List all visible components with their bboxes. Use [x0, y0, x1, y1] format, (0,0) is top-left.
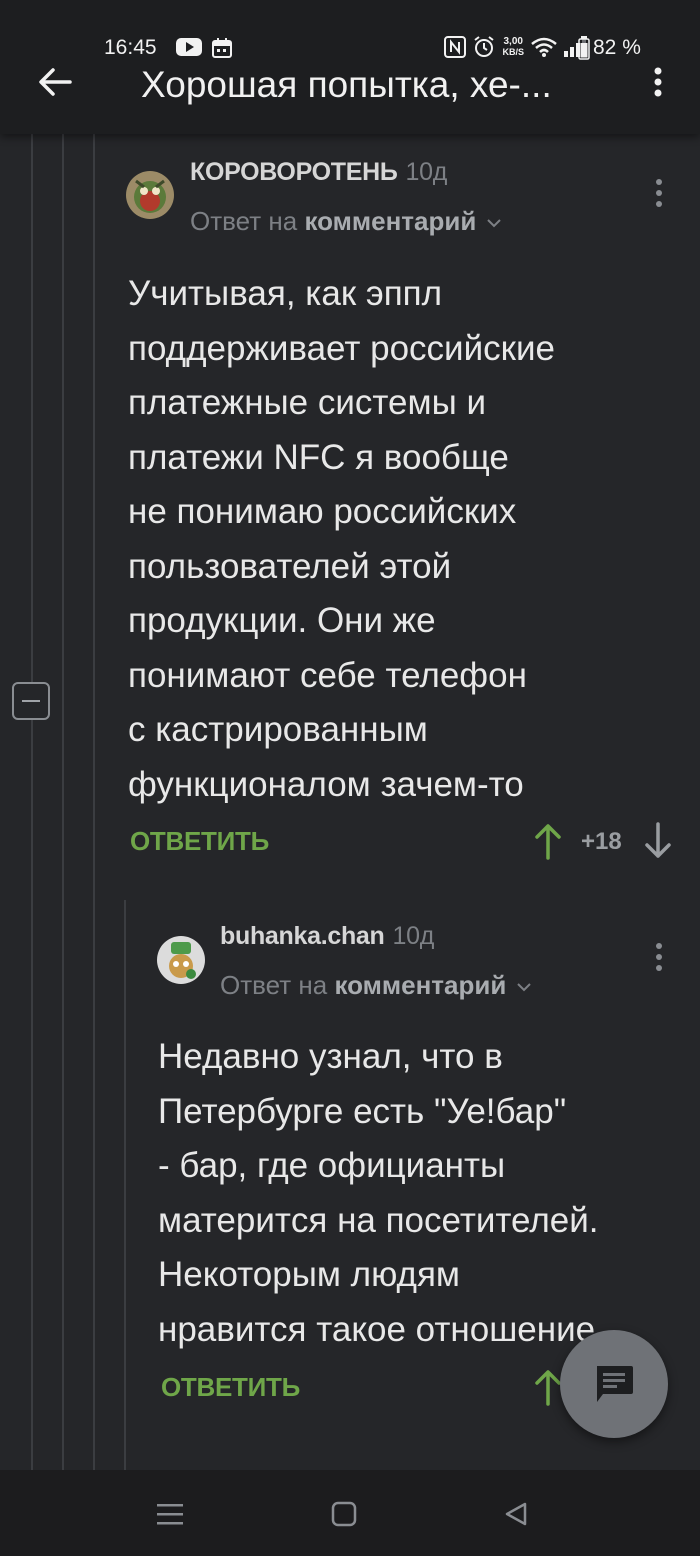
back-button[interactable] [30, 60, 80, 104]
chat-icon [597, 1366, 633, 1402]
nav-menu-button[interactable] [150, 1498, 190, 1530]
reply-button[interactable]: ОТВЕТИТЬ [161, 1372, 300, 1403]
battery-icon [578, 36, 590, 60]
write-comment-button[interactable] [560, 1330, 668, 1438]
system-nav-bar [0, 1470, 700, 1556]
speed-unit: KB/S [502, 47, 524, 57]
reply-to-link[interactable]: Ответ на комментарий [220, 970, 532, 1001]
more-dot [656, 943, 662, 949]
avatar[interactable] [157, 936, 205, 984]
system-icons: 3,00 KB/S [444, 35, 590, 59]
back-arrow-icon [39, 68, 72, 96]
status-time: 16:45 [104, 36, 157, 59]
comment-author[interactable]: buhanka.chan 10д [220, 922, 434, 951]
notification-icons [176, 38, 232, 58]
more-menu-button[interactable] [640, 62, 676, 102]
reply-target: комментарий [334, 970, 507, 1000]
page-title: Хорошая попытка, хе-... [141, 64, 552, 105]
alarm-icon [474, 36, 495, 57]
battery-percent: 82 % [593, 36, 641, 59]
nav-home-icon [331, 1501, 357, 1527]
status-bar: 16:45 3,00 KB/S 82 % [0, 30, 700, 64]
comment-more-button[interactable] [644, 937, 674, 977]
nav-home-button[interactable] [324, 1498, 364, 1530]
comment-age: 10д [392, 922, 435, 950]
comment-2: buhanka.chan 10д Ответ на комментарий Нед… [0, 0, 700, 1470]
wifi-icon [531, 37, 557, 57]
speed-value: 3,00 [503, 36, 523, 47]
reply-prefix: Ответ на [220, 970, 328, 1000]
body-line: Петербурге есть "Уе!бар" [158, 1091, 567, 1131]
nfc-icon [444, 36, 467, 58]
avatar-image [157, 936, 205, 984]
body-line: Недавно узнал, что в [158, 1037, 503, 1076]
calendar-icon [212, 38, 232, 58]
nav-back-icon [505, 1502, 527, 1526]
comment-body: Недавно узнал, что в Петербурге есть "Уе… [158, 1030, 698, 1357]
more-dot [656, 954, 662, 960]
comments-screen: 16:45 3,00 KB/S 82 % Хорошая попытка, хе… [0, 0, 700, 1556]
upvote-button[interactable] [534, 1368, 562, 1411]
network-speed: 3,00 KB/S [502, 36, 524, 58]
more-vertical-icon [654, 67, 662, 97]
body-line: материтcя на посетителей. [158, 1200, 599, 1240]
arrow-up-icon [535, 1370, 561, 1406]
app-bar: 16:45 3,00 KB/S 82 % Хорошая попытка, хе… [0, 0, 700, 134]
youtube-icon [176, 38, 202, 56]
nav-back-button[interactable] [496, 1498, 536, 1530]
body-line: Некоторым людям [158, 1255, 460, 1294]
more-dot [656, 965, 662, 971]
body-line: - бар, где официанты [158, 1146, 506, 1185]
author-name: buhanka.chan [220, 922, 385, 950]
chevron-down-icon [516, 983, 531, 992]
nav-menu-icon [157, 1504, 183, 1525]
